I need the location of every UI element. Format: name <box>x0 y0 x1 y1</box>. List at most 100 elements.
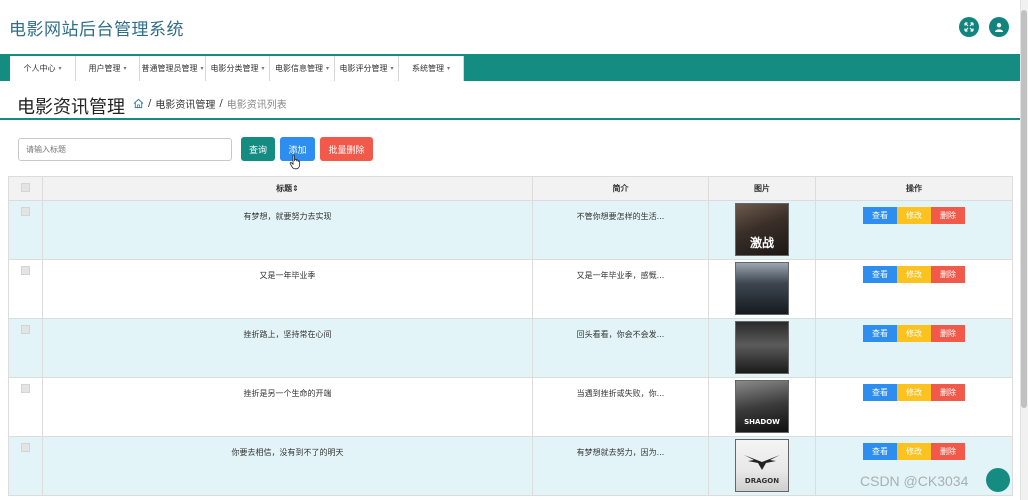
breadcrumb-separator: / <box>148 98 152 109</box>
caret-down-icon: ▾ <box>390 65 394 72</box>
hand-cursor-icon <box>289 154 301 170</box>
table-row: 又是一年毕业季 又是一年毕业季，感慨... 查看 修改 删除 <box>8 259 1013 319</box>
row-title: 你要去相信，没有到不了的明天 <box>42 436 533 496</box>
row-summary: 又是一年毕业季，感慨... <box>532 259 709 319</box>
view-button[interactable]: 查看 <box>863 443 897 460</box>
caret-down-icon: ▾ <box>123 65 127 72</box>
delete-button[interactable]: 删除 <box>931 266 965 283</box>
row-select-cell <box>8 259 43 319</box>
expand-icon <box>964 22 974 32</box>
row-title: 有梦想，就要努力去实现 <box>42 200 533 260</box>
select-all-cell <box>8 176 43 201</box>
row-checkbox[interactable] <box>21 384 30 393</box>
row-title: 又是一年毕业季 <box>42 259 533 319</box>
delete-button[interactable]: 删除 <box>931 443 965 460</box>
dragon-silhouette-icon <box>744 455 780 470</box>
delete-button[interactable]: 删除 <box>931 384 965 401</box>
table-row: 有梦想，就要努力去实现 不管你想要怎样的生活... 激战 查看 修改 删除 <box>8 200 1013 260</box>
view-button[interactable]: 查看 <box>863 325 897 342</box>
row-select-cell <box>8 436 43 496</box>
main-nav: 个人中心 ▾ 用户管理 ▾ 普通管理员管理 ▾ 电影分类管理 ▾ 电影信息管理 ▾ 电影评… <box>0 54 1020 81</box>
batch-delete-button[interactable]: 批量删除 <box>320 137 373 161</box>
top-header: 电影网站后台管理系统 <box>0 0 1020 54</box>
app-title: 电影网站后台管理系统 <box>9 20 184 40</box>
table-header-row: 标题⇕ 简介 图片 操作 <box>8 176 1013 201</box>
nav-item-rating-management[interactable]: 电影评分管理 ▾ <box>335 56 399 81</box>
edit-button[interactable]: 修改 <box>897 443 931 460</box>
view-button[interactable]: 查看 <box>863 266 897 283</box>
row-actions: 查看 修改 删除 <box>815 259 1013 319</box>
select-all-checkbox[interactable] <box>21 183 30 192</box>
edit-button[interactable]: 修改 <box>897 325 931 342</box>
movie-poster-image: DRAGON <box>735 439 789 492</box>
column-header-actions: 操作 <box>815 176 1013 201</box>
row-summary: 有梦想就去努力，因为... <box>532 436 709 496</box>
row-title: 挫折路上，坚持常在心间 <box>42 318 533 378</box>
divider <box>0 118 1020 120</box>
scrollbar-thumb[interactable] <box>1021 10 1027 408</box>
row-select-cell <box>8 377 43 437</box>
movie-poster-image <box>735 262 789 315</box>
breadcrumb: / 电影资讯管理 / 电影资讯列表 <box>133 96 287 111</box>
movie-poster-image <box>735 321 789 374</box>
fullscreen-button[interactable] <box>959 17 979 37</box>
row-select-cell <box>8 200 43 260</box>
page-title: 电影资讯管理 <box>17 97 125 118</box>
column-header-title[interactable]: 标题⇕ <box>42 176 533 201</box>
user-menu-button[interactable] <box>989 17 1009 37</box>
nav-item-personal-center[interactable]: 个人中心 ▾ <box>10 56 76 81</box>
row-summary: 不管你想要怎样的生活... <box>532 200 709 260</box>
movie-poster-image: SHADOW <box>735 380 789 433</box>
column-header-image: 图片 <box>708 176 816 201</box>
row-image-cell: 激战 <box>708 200 816 260</box>
caret-down-icon: ▾ <box>58 65 62 72</box>
caret-down-icon: ▾ <box>200 65 204 72</box>
poster-title: 激战 <box>749 236 774 250</box>
row-image-cell: SHADOW <box>708 377 816 437</box>
row-checkbox[interactable] <box>21 207 30 216</box>
row-checkbox[interactable] <box>21 325 30 334</box>
data-table: 标题⇕ 简介 图片 操作 有梦想，就要努力去实现 不管你想要怎样的生活... 激… <box>8 176 1013 496</box>
breadcrumb-separator: / <box>219 98 223 109</box>
nav-item-category-management[interactable]: 电影分类管理 ▾ <box>206 56 270 81</box>
nav-item-movie-info-management[interactable]: 电影信息管理 ▾ <box>270 56 335 81</box>
caret-down-icon: ▾ <box>325 65 329 72</box>
edit-button[interactable]: 修改 <box>897 207 931 224</box>
home-icon[interactable] <box>133 98 144 109</box>
column-header-summary: 简介 <box>532 176 709 201</box>
nav-item-user-management[interactable]: 用户管理 ▾ <box>76 56 140 81</box>
row-image-cell: DRAGON <box>708 436 816 496</box>
caret-down-icon: ▾ <box>261 65 265 72</box>
poster-title: SHADOW <box>744 418 780 426</box>
back-to-top-button[interactable] <box>986 468 1010 492</box>
table-row: 挫折是另一个生命的开端 当遇到挫折或失败，你... SHADOW 查看 修改 删… <box>8 377 1013 437</box>
query-button[interactable]: 查询 <box>241 137 275 161</box>
delete-button[interactable]: 删除 <box>931 325 965 342</box>
row-title: 挫折是另一个生命的开端 <box>42 377 533 437</box>
nav-item-system-management[interactable]: 系统管理 ▾ <box>399 56 464 81</box>
row-checkbox[interactable] <box>21 443 30 452</box>
row-actions: 查看 修改 删除 <box>815 318 1013 378</box>
delete-button[interactable]: 删除 <box>931 207 965 224</box>
row-select-cell <box>8 318 43 378</box>
edit-button[interactable]: 修改 <box>897 266 931 283</box>
movie-poster-image: 激战 <box>735 203 789 256</box>
breadcrumb-parent[interactable]: 电影资讯管理 <box>155 96 215 111</box>
view-button[interactable]: 查看 <box>863 207 897 224</box>
row-summary: 回头看看，你会不会发... <box>532 318 709 378</box>
row-checkbox[interactable] <box>21 266 30 275</box>
nav-item-admin-management[interactable]: 普通管理员管理 ▾ <box>140 56 206 81</box>
row-image-cell <box>708 259 816 319</box>
edit-button[interactable]: 修改 <box>897 384 931 401</box>
row-image-cell <box>708 318 816 378</box>
poster-title: DRAGON <box>744 477 780 485</box>
watermark: CSDN @CK3034 <box>860 473 969 489</box>
breadcrumb-current: 电影资讯列表 <box>226 100 287 111</box>
search-input[interactable] <box>18 138 232 161</box>
view-button[interactable]: 查看 <box>863 384 897 401</box>
row-actions: 查看 修改 删除 <box>815 377 1013 437</box>
table-row: 挫折路上，坚持常在心间 回头看看，你会不会发... 查看 修改 删除 <box>8 318 1013 378</box>
row-summary: 当遇到挫折或失败，你... <box>532 377 709 437</box>
sort-icon[interactable]: ⇕ <box>292 184 299 193</box>
user-icon <box>995 23 1003 32</box>
